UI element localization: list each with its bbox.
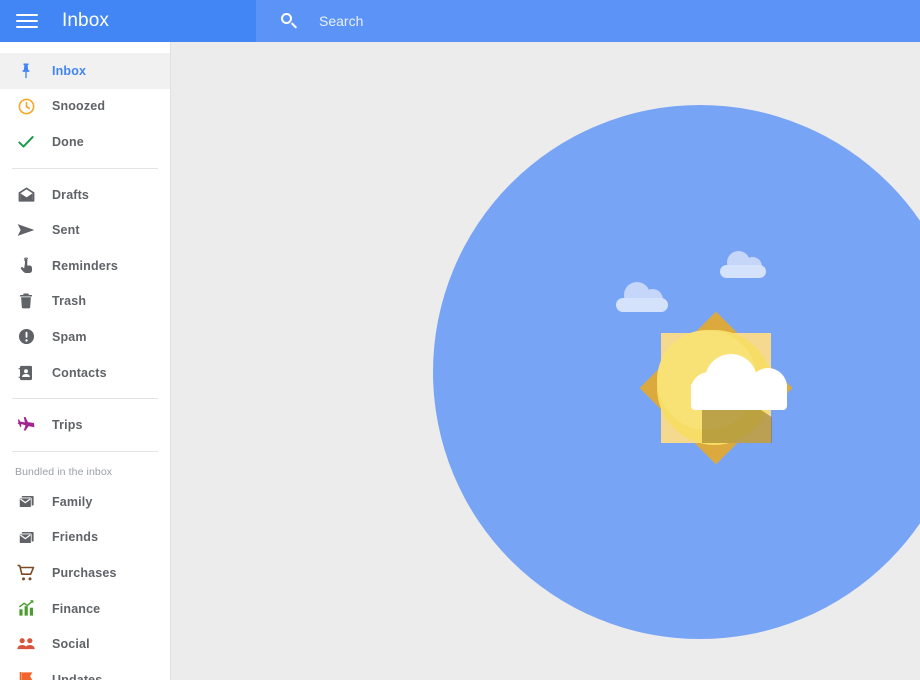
contact-card-icon [15,362,37,384]
sidebar-divider [12,167,158,169]
app-header: Inbox Search [0,0,920,42]
sun-behind-cloud-illustration [172,42,920,680]
envelope-stack-icon [15,491,37,513]
sidebar-item-label: Trips [52,418,83,433]
sidebar-item-label: Done [52,134,84,149]
envelope-open-icon [15,184,37,206]
sidebar-item-friends[interactable]: Friends [0,520,170,556]
search-input[interactable]: Search [256,0,920,42]
shopping-cart-icon [15,562,37,584]
sidebar-item-spam[interactable]: Spam [0,319,170,355]
search-icon [280,12,298,30]
people-icon [15,633,37,655]
sidebar-item-contacts[interactable]: Contacts [0,355,170,391]
sidebar-item-label: Finance [52,601,101,616]
sidebar-item-inbox[interactable]: Inbox [0,53,170,89]
sidebar-item-purchases[interactable]: Purchases [0,555,170,591]
sidebar-item-snoozed[interactable]: Snoozed [0,89,170,125]
foreground-cloud [691,354,787,410]
flag-icon [15,669,37,680]
sidebar-divider [12,450,158,452]
page-title: Inbox [62,10,109,31]
sidebar-item-sent[interactable]: Sent [0,212,170,248]
sidebar-item-drafts[interactable]: Drafts [0,177,170,213]
sidebar-item-trips[interactable]: Trips [0,407,170,443]
sidebar-item-label: Drafts [52,187,90,202]
sky-cloud-right-icon [720,251,766,278]
sky-cloud-left-icon [616,282,668,312]
sidebar-item-label: Reminders [52,258,118,273]
sidebar-item-social[interactable]: Social [0,626,170,662]
sidebar-item-label: Purchases [52,565,117,580]
sidebar-item-label: Sent [52,223,80,238]
hamburger-menu-icon[interactable] [16,12,40,30]
sidebar-item-label: Updates [52,672,103,680]
sidebar-item-label: Spam [52,329,87,344]
cloud-base [691,384,787,410]
clock-icon [15,95,37,117]
sidebar-item-label: Friends [52,530,99,545]
check-icon [15,131,37,153]
sidebar-item-reminders[interactable]: Reminders [0,248,170,284]
sidebar-item-done[interactable]: Done [0,124,170,160]
bar-chart-icon [15,598,37,620]
sidebar-item-label: Family [52,494,93,509]
sidebar: Inbox Snoozed Done Drafts Sent Reminders… [0,42,171,680]
envelope-stack-icon [15,526,37,548]
sidebar-item-updates[interactable]: Updates [0,662,170,680]
main-content-area [172,42,920,680]
sidebar-item-finance[interactable]: Finance [0,591,170,627]
sidebar-section-label: Bundled in the inbox [15,465,113,478]
inbox-app-window: Inbox Search Inbox Snoozed Done Drafts S… [0,0,920,680]
sidebar-item-trash[interactable]: Trash [0,284,170,320]
exclamation-circle-icon [15,326,37,348]
sidebar-item-label: Social [52,637,90,652]
airplane-icon [15,414,37,436]
paper-plane-icon [15,219,37,241]
search-placeholder: Search [319,13,364,29]
sidebar-item-label: Inbox [52,63,87,78]
sidebar-divider [12,398,158,400]
sidebar-item-family[interactable]: Family [0,484,170,520]
pin-icon [15,60,37,82]
sidebar-item-label: Trash [52,294,87,309]
trash-icon [15,290,37,312]
sidebar-item-label: Snoozed [52,99,106,114]
finger-string-icon [15,255,37,277]
sidebar-item-label: Contacts [52,365,107,380]
